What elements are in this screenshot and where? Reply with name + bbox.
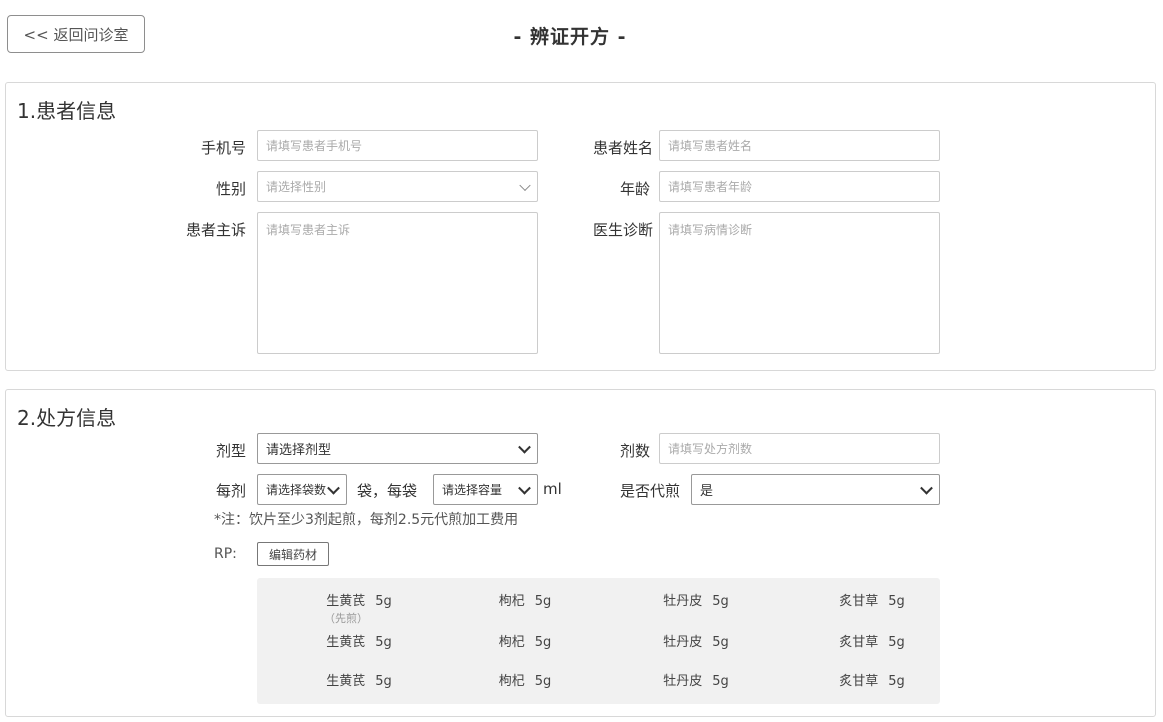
herb-name: 牡丹皮 [663, 594, 703, 609]
herb-name: 枸杞 [498, 594, 525, 609]
herb-item: 生黄芪 5g [299, 631, 419, 650]
herb-item: 生黄芪 5g （先煎） [299, 590, 419, 626]
herb-item: 牡丹皮 5g [636, 631, 756, 650]
dose-count-input[interactable] [659, 433, 940, 464]
herb-item: 炙甘草 5g [812, 670, 932, 689]
dosage-form-select[interactable]: 请选择剂型 [257, 433, 538, 464]
herb-item: 炙甘草 5g [812, 590, 932, 609]
herb-item: 生黄芪 5g [299, 670, 419, 689]
herb-item: 炙甘草 5g [812, 631, 932, 650]
herb-dose: 5g [375, 594, 392, 609]
dosage-form-value: 请选择剂型 [266, 443, 332, 458]
phone-input[interactable] [257, 130, 538, 161]
herb-name: 炙甘草 [839, 674, 879, 689]
herb-dose: 5g [712, 635, 729, 650]
herb-item: 枸杞 5g [465, 590, 585, 609]
age-input[interactable] [659, 171, 940, 202]
edit-herbs-button[interactable]: 编辑药材 [257, 542, 329, 566]
herb-name: 牡丹皮 [663, 635, 703, 650]
herb-item: 牡丹皮 5g [636, 670, 756, 689]
chevron-down-icon [519, 179, 531, 191]
decoction-select[interactable]: 是 [691, 474, 940, 505]
herb-note: （先煎） [324, 612, 368, 625]
herb-item: 牡丹皮 5g [636, 590, 756, 609]
bag-count-select[interactable]: 请选择袋数 [257, 474, 347, 505]
gender-select[interactable]: 请选择性别 [257, 171, 538, 202]
herb-name: 生黄芪 [326, 635, 366, 650]
herb-list: 生黄芪 5g （先煎） 枸杞 5g 牡丹皮 5g 炙甘草 5g 生黄芪 5g 枸杞 5g 牡… [257, 578, 940, 704]
phone-label: 手机号 [200, 139, 246, 157]
diagnosis-textarea[interactable] [659, 212, 940, 354]
decoction-note: *注：饮片至少3剂起煎，每剂2.5元代煎加工费用 [214, 512, 519, 528]
herb-name: 枸杞 [498, 674, 525, 689]
herb-dose: 5g [712, 674, 729, 689]
volume-value: 请选择容量 [442, 483, 503, 497]
chevron-down-icon [920, 481, 933, 495]
herb-dose: 5g [888, 594, 905, 609]
herb-dose: 5g [534, 594, 552, 609]
dose-count-label: 剂数 [619, 442, 650, 460]
herb-name: 牡丹皮 [663, 674, 703, 689]
chevron-down-icon [518, 440, 531, 454]
patient-info-title: 1.患者信息 [17, 99, 117, 123]
page-title: - 辨证开方 - [513, 26, 627, 48]
complaint-label: 患者主诉 [185, 221, 246, 239]
bag-count-value: 请选择袋数 [266, 483, 327, 497]
diagnosis-label: 医生诊断 [592, 221, 653, 239]
herb-dose: 5g [534, 674, 552, 689]
herb-item: 枸杞 5g [465, 670, 585, 689]
herb-name: 生黄芪 [326, 674, 366, 689]
herb-name: 生黄芪 [326, 594, 366, 609]
dosage-form-label: 剂型 [215, 442, 246, 460]
patient-name-label: 患者姓名 [592, 139, 653, 157]
herb-dose: 5g [375, 674, 392, 689]
prescription-info-title: 2.处方信息 [17, 406, 117, 430]
herb-name: 枸杞 [498, 635, 525, 650]
decoction-value: 是 [700, 484, 714, 499]
gender-select-value: 请选择性别 [266, 180, 327, 194]
chevron-down-icon [327, 481, 340, 495]
volume-select[interactable]: 请选择容量 [433, 474, 538, 505]
rp-label: RP: [214, 546, 237, 562]
per-dose-label: 每剂 [215, 482, 246, 500]
herb-dose: 5g [534, 635, 552, 650]
herb-dose: 5g [712, 594, 729, 609]
herb-dose: 5g [375, 635, 392, 650]
decoction-label: 是否代煎 [619, 482, 680, 500]
age-label: 年龄 [619, 180, 650, 198]
patient-name-input[interactable] [659, 130, 940, 161]
herb-dose: 5g [888, 635, 905, 650]
volume-unit-text: ml [543, 480, 562, 498]
herb-dose: 5g [888, 674, 905, 689]
herb-name: 炙甘草 [839, 594, 879, 609]
herb-item: 枸杞 5g [465, 631, 585, 650]
herb-name: 炙甘草 [839, 635, 879, 650]
gender-label: 性别 [215, 180, 246, 198]
complaint-textarea[interactable] [257, 212, 538, 354]
bag-unit-text: 袋，每袋 [357, 482, 418, 500]
chevron-down-icon [518, 481, 531, 495]
